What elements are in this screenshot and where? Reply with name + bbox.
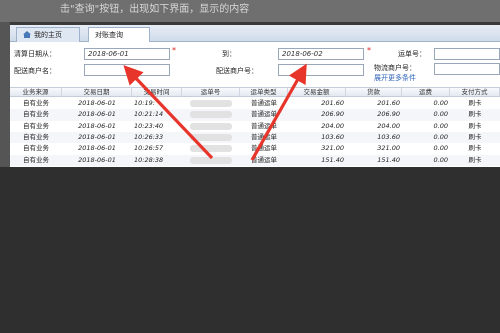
tab-bar: 我的主页 对账查询 (10, 25, 500, 42)
redacted-waybill (190, 111, 232, 119)
column-header[interactable]: 运费 (402, 88, 450, 96)
table-row[interactable]: 自有业务 2018-06-01 10:19: 普通运单 201.60 201.60 0.00… (10, 98, 500, 109)
table-cell: 普通运单 (251, 132, 277, 141)
table-cell: 2018-06-01 (78, 144, 116, 153)
redacted-waybill (190, 156, 232, 164)
tab-reconciliation-label: 对账查询 (95, 31, 123, 39)
home-icon (23, 29, 31, 38)
table-row[interactable]: 自有业务 2018-06-01 10:26:57 普通运单 321.00 321.00 0.… (10, 143, 500, 154)
merchant-name-input[interactable] (84, 64, 170, 76)
table-cell: 321.00 (321, 144, 344, 153)
column-header[interactable]: 交易金额 (288, 88, 346, 96)
merchant-no-input[interactable] (278, 64, 364, 76)
background-dark-area (0, 167, 500, 333)
table-cell: 普通运单 (251, 121, 277, 130)
table-cell: 206.90 (377, 110, 400, 119)
column-header[interactable]: 交易时间 (132, 88, 182, 96)
column-header[interactable]: 运单类型 (240, 88, 288, 96)
logistics-merchant-label: 物流商户号： (374, 64, 416, 72)
tab-reconciliation-query[interactable]: 对账查询 (88, 27, 150, 42)
table-cell: 自有业务 (23, 99, 49, 107)
tab-home-label: 我的主页 (34, 31, 62, 39)
table-cell: 151.40 (377, 155, 400, 164)
table-cell: 201.60 (377, 99, 400, 107)
table-cell: 0.00 (433, 132, 448, 141)
more-conditions-link[interactable]: 展开更多条件 (374, 73, 416, 83)
table-cell: 自有业务 (23, 121, 49, 130)
table-cell: 10:28:38 (134, 155, 164, 164)
background-left-edge (0, 22, 10, 167)
background-page-strip: 击"查询"按钮，出现如下界面，显示的内容 (0, 0, 500, 22)
table-cell: 0.00 (433, 155, 448, 164)
table-cell: 206.90 (321, 110, 344, 119)
table-cell: 刷卡 (468, 132, 482, 141)
table-cell: 10:23:40 (134, 121, 164, 130)
table-cell: 0.00 (433, 110, 448, 119)
column-header[interactable]: 运单号 (182, 88, 240, 96)
column-header[interactable]: 支付方式 (450, 88, 500, 96)
table-cell: 自有业务 (23, 132, 49, 141)
table-cell: 2018-06-01 (78, 132, 116, 141)
table-cell: 0.00 (433, 99, 448, 107)
table-cell: 刷卡 (468, 110, 482, 119)
table-cell: 151.40 (321, 155, 344, 164)
waybill-no-label: 运单号： (398, 50, 426, 58)
table-row[interactable]: 自有业务 2018-06-01 10:28:38 普通运单 151.40 151.40 0.… (10, 154, 500, 166)
redacted-waybill (190, 122, 232, 130)
table-header: 业务来源 交易日期 交易时间 运单号 运单类型 交易金额 货款 运费 支付方式 (10, 87, 500, 97)
settle-date-to-input[interactable]: 2018-06-02 (278, 48, 364, 60)
table-cell: 0.00 (433, 144, 448, 153)
redacted-waybill (190, 100, 232, 107)
table-cell: 2018-06-01 (78, 121, 116, 130)
tab-home[interactable]: 我的主页 (16, 27, 80, 42)
table-cell: 10:19: (134, 99, 155, 107)
table-cell: 10:26:57 (134, 144, 164, 153)
redacted-waybill (190, 145, 232, 153)
table-row[interactable]: 自有业务 2018-06-01 10:26:33 普通运单 103.60 103.60 0.… (10, 131, 500, 144)
redacted-waybill (190, 133, 232, 141)
table-cell: 321.00 (377, 144, 400, 153)
table-row[interactable]: 自有业务 2018-06-01 10:23:40 普通运单 204.00 204.00 0.… (10, 121, 500, 132)
table-cell: 103.60 (377, 132, 400, 141)
settle-date-from-label: 清算日期从： (14, 50, 56, 58)
table-cell: 刷卡 (468, 155, 482, 164)
table-cell: 自有业务 (23, 155, 49, 164)
waybill-no-input[interactable] (434, 48, 500, 60)
to-label: 到： (222, 50, 236, 58)
column-header[interactable]: 货款 (346, 88, 402, 96)
table-cell: 0.00 (433, 121, 448, 130)
table-cell: 2018-06-01 (78, 99, 116, 107)
table-cell: 刷卡 (468, 99, 482, 107)
table-cell: 103.60 (321, 132, 344, 141)
merchant-no-label: 配送商户号： (216, 67, 258, 75)
logistics-merchant-input[interactable] (434, 63, 500, 75)
table-cell: 普通运单 (251, 155, 277, 164)
background-caption: 击"查询"按钮，出现如下界面，显示的内容 (60, 4, 250, 15)
app-window: 我的主页 对账查询 清算日期从： 2018-06-01 * 到： 2018-06… (10, 25, 500, 175)
table-cell: 10:26:33 (134, 132, 164, 141)
table-cell: 普通运单 (251, 110, 277, 119)
table-cell: 201.60 (321, 99, 344, 107)
settle-date-from-input[interactable]: 2018-06-01 (84, 48, 170, 60)
column-header[interactable]: 业务来源 (10, 88, 62, 96)
table-cell: 刷卡 (468, 121, 482, 130)
table-cell: 2018-06-01 (78, 110, 116, 119)
required-mark: * (172, 46, 176, 55)
table-cell: 自有业务 (23, 110, 49, 119)
result-table: 业务来源 交易日期 交易时间 运单号 运单类型 交易金额 货款 运费 支付方式 … (10, 87, 500, 175)
column-header[interactable]: 交易日期 (62, 88, 132, 96)
table-cell: 204.00 (377, 121, 400, 130)
table-cell: 10:21:14 (134, 110, 164, 119)
table-row[interactable]: 自有业务 2018-06-01 10:21:14 普通运单 206.90 206.90 0.… (10, 109, 500, 121)
table-cell: 2018-06-01 (78, 155, 116, 164)
table-cell: 刷卡 (468, 144, 482, 153)
required-mark: * (367, 46, 371, 55)
table-cell: 204.00 (321, 121, 344, 130)
table-cell: 普通运单 (251, 99, 277, 107)
table-cell: 普通运单 (251, 144, 277, 153)
table-cell: 自有业务 (23, 144, 49, 153)
merchant-name-label: 配送商户名： (14, 67, 56, 75)
